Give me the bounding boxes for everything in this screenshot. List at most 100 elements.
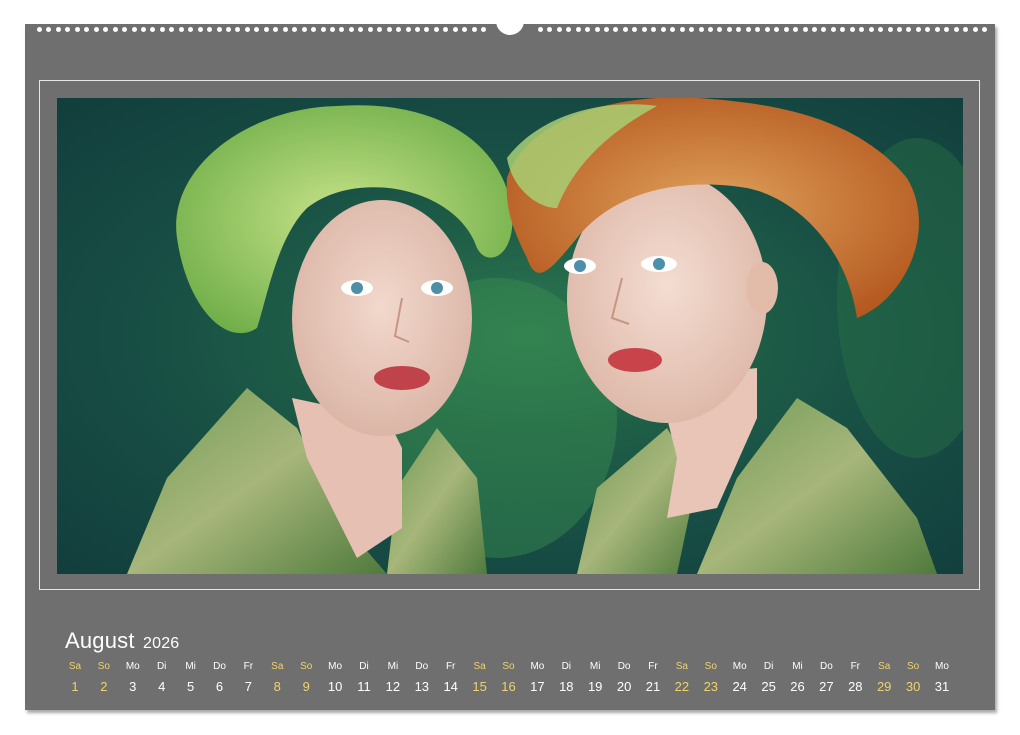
binding-hole: [547, 27, 553, 32]
day-cell: Sa 1: [61, 660, 89, 694]
day-cell: Sa 29: [870, 660, 898, 694]
day-number: 1: [71, 679, 79, 694]
binding-hole: [897, 27, 902, 32]
binding-hole: [651, 27, 657, 32]
day-number: 7: [244, 679, 252, 694]
weekday-label: Mo: [530, 661, 545, 672]
binding-hole: [972, 27, 978, 32]
binding-hole: [670, 27, 676, 32]
binding-hole: [689, 27, 695, 32]
binding-hole: [292, 27, 298, 32]
day-number: 16: [501, 679, 516, 694]
binding-hole: [708, 27, 713, 32]
day-cell: So 16: [495, 660, 523, 694]
binding-hole: [197, 27, 203, 32]
binding-hole: [585, 27, 591, 32]
binding-hole: [103, 27, 109, 32]
day-number: 20: [616, 679, 632, 694]
day-cell: Mi 12: [379, 660, 407, 694]
binding-hole: [566, 27, 572, 32]
weekday-label: Di: [763, 661, 774, 672]
binding-hole: [415, 27, 420, 32]
binding-hole: [452, 27, 458, 32]
binding-hole: [301, 27, 307, 32]
day-number: 18: [559, 679, 574, 694]
binding-hole: [169, 27, 175, 32]
day-number: 13: [414, 679, 430, 694]
day-number: 3: [129, 679, 137, 694]
binding-hole: [906, 27, 912, 32]
month-title: August 2026: [65, 628, 179, 654]
binding-hole: [282, 27, 288, 32]
binding-hole: [859, 27, 865, 32]
day-cell: Mo 10: [321, 660, 349, 694]
binding-hole: [982, 27, 987, 32]
day-number: 5: [186, 679, 195, 694]
day-cell: So 9: [292, 660, 320, 694]
day-number: 27: [819, 679, 834, 694]
binding-hole: [745, 27, 751, 32]
binding-hole: [377, 27, 383, 32]
binding-hole: [74, 27, 80, 32]
binding-hole: [339, 27, 345, 32]
binding-hole: [736, 27, 742, 32]
binding-hole: [717, 27, 723, 32]
binding-hole: [698, 27, 704, 32]
binding-hole: [783, 27, 789, 32]
weekday-label: Fr: [850, 661, 861, 672]
binding-hole: [660, 27, 666, 32]
weekday-label: Sa: [878, 661, 891, 672]
day-cell: So 23: [697, 660, 725, 694]
binding-hole: [320, 27, 326, 32]
binding-hole: [840, 27, 846, 32]
binding-hole: [235, 27, 241, 32]
day-cell: Mo 3: [119, 660, 147, 694]
weekday-label: Fr: [445, 661, 456, 672]
binding-hole: [594, 27, 600, 32]
day-number: 12: [385, 679, 401, 694]
binding-hole: [811, 27, 817, 32]
binding-hole: [207, 27, 213, 32]
binding-hole: [934, 27, 940, 32]
weekday-label: Do: [415, 661, 429, 672]
binding-hole: [93, 27, 99, 32]
binding-hole: [622, 27, 628, 32]
day-cell: Mo 17: [523, 660, 551, 694]
weekday-label: Sa: [675, 661, 688, 672]
binding-hole: [726, 27, 732, 32]
day-number: 25: [761, 679, 776, 694]
day-cell: So 30: [899, 660, 927, 694]
binding-hole: [367, 27, 373, 32]
weekday-label: Sa: [271, 661, 284, 672]
binding-hole: [37, 27, 42, 32]
binding-hole: [641, 27, 647, 32]
binding-hole: [878, 27, 884, 32]
weekday-label: Mo: [732, 661, 747, 672]
day-number: 23: [703, 679, 719, 694]
day-number: 26: [790, 679, 805, 694]
weekday-label: Do: [213, 661, 226, 672]
binding-hole: [575, 27, 581, 32]
day-cell: Sa 8: [263, 660, 291, 694]
binding-hole: [273, 27, 279, 32]
binding-hole: [953, 27, 959, 32]
day-cell: Do 13: [408, 660, 436, 694]
day-number: 24: [732, 679, 747, 694]
binding-hole: [925, 27, 931, 32]
day-number: 21: [645, 679, 661, 694]
binding-hole: [679, 27, 685, 32]
day-cell: Fr 28: [841, 660, 869, 694]
day-cell: Do 27: [812, 660, 840, 694]
day-number: 4: [158, 679, 166, 694]
binding-hole: [178, 27, 184, 32]
day-number: 2: [100, 679, 108, 694]
binding-hole: [311, 27, 316, 32]
binding-hole: [556, 27, 562, 32]
binding-hole: [254, 27, 260, 32]
day-number: 11: [357, 679, 371, 694]
weekday-label: Mi: [185, 661, 196, 672]
binding-hole: [774, 27, 780, 32]
day-cell: Sa 22: [668, 660, 696, 694]
day-cell: Mo 24: [726, 660, 754, 694]
binding-hole: [84, 27, 90, 32]
